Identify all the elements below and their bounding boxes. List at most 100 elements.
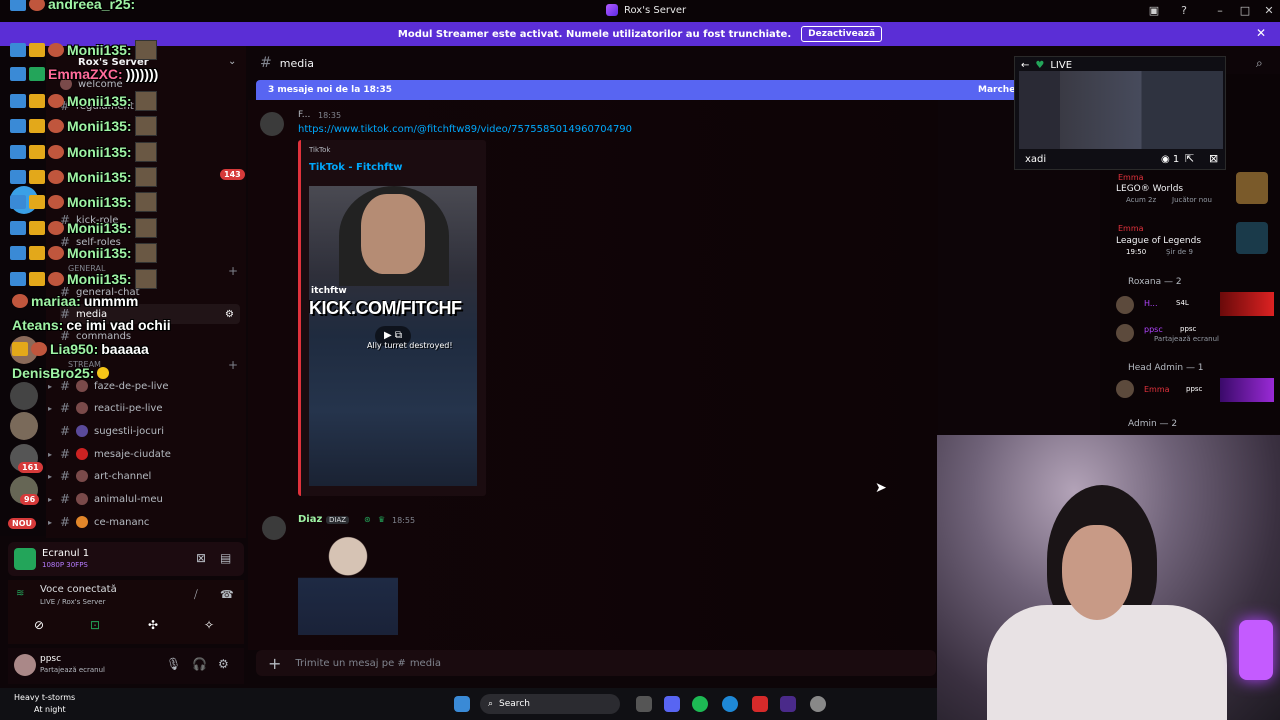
voice-channel[interactable]: LIVE / Rox's Server bbox=[40, 598, 106, 606]
embed-thumbnail[interactable]: itchftw KICK.COM/FITCHF ▶ ⧉ Ally turret … bbox=[309, 186, 477, 486]
member-name[interactable]: ppsc bbox=[1144, 325, 1163, 334]
add-channel-icon[interactable]: + bbox=[228, 264, 238, 278]
channel-sugestii-jocuri[interactable]: # sugestii-jocuri bbox=[60, 421, 240, 441]
task-view-icon[interactable] bbox=[636, 696, 652, 712]
chevron-down-icon[interactable]: ⌄ bbox=[228, 56, 236, 67]
search-icon[interactable]: ⌕ bbox=[1256, 56, 1263, 71]
game-icon bbox=[1236, 222, 1268, 254]
add-channel-icon[interactable]: + bbox=[228, 358, 238, 372]
discord-icon[interactable] bbox=[664, 696, 680, 712]
user-settings-icon[interactable]: ⚙ bbox=[218, 657, 229, 671]
stream-preview[interactable]: ← ♥ LIVE xadi ◉ 1 ⇱ ⊠ bbox=[1014, 56, 1226, 170]
weather-widget[interactable]: Heavy t-storms At night bbox=[14, 692, 75, 716]
avatar[interactable] bbox=[1116, 380, 1134, 398]
microphone-icon[interactable]: 🎙 bbox=[166, 657, 181, 671]
channel-emoji-icon bbox=[76, 402, 88, 414]
activities-icon[interactable]: ✣ bbox=[148, 618, 158, 632]
new-badge: NOU bbox=[8, 518, 36, 529]
channel-mesaje-ciudate[interactable]: ▸ # mesaje-ciudate bbox=[48, 444, 240, 464]
embed-title[interactable]: TikTok - Fitchftw bbox=[309, 162, 402, 173]
help-icon[interactable]: ? bbox=[1176, 4, 1192, 17]
message-image[interactable] bbox=[298, 530, 398, 635]
channel-animalul-meu[interactable]: ▸ # animalul-meu bbox=[48, 489, 240, 509]
close-window-button[interactable]: ✕ bbox=[1261, 4, 1277, 17]
camera-off-icon[interactable]: ⊘ bbox=[34, 618, 44, 632]
taskbar-search[interactable]: ⌕ Search bbox=[480, 694, 620, 714]
popout-icon[interactable]: ⇱ bbox=[1185, 152, 1194, 165]
settings-icon[interactable]: ⚙ bbox=[225, 309, 234, 320]
minimize-button[interactable]: – bbox=[1212, 4, 1228, 17]
app-icon[interactable] bbox=[752, 696, 768, 712]
search-icon: ⌕ bbox=[488, 699, 494, 709]
message-input[interactable]: + Trimite un mesaj pe # media bbox=[256, 650, 936, 676]
thumbnail-handle: itchftw bbox=[311, 286, 347, 296]
member-name[interactable]: H... bbox=[1144, 299, 1158, 308]
maximize-button[interactable]: □ bbox=[1237, 4, 1253, 17]
avatar[interactable] bbox=[1116, 324, 1134, 342]
attach-icon[interactable]: + bbox=[268, 654, 281, 673]
stream-settings-icon[interactable]: ▤ bbox=[220, 551, 231, 565]
activity-game: League of Legends bbox=[1116, 236, 1202, 246]
message-author[interactable]: F... bbox=[298, 110, 310, 120]
voice-status[interactable]: Voce conectată bbox=[40, 584, 117, 595]
channel-emoji-icon bbox=[76, 425, 88, 437]
overlay-chat-line: EmmaZXC:))))))) bbox=[10, 66, 158, 82]
member-section: Roxana — 2 bbox=[1128, 277, 1182, 287]
avatar[interactable] bbox=[1116, 296, 1134, 314]
back-arrow-icon[interactable]: ← bbox=[1021, 60, 1029, 71]
member-name[interactable]: Emma bbox=[1118, 224, 1144, 233]
new-messages-bar[interactable]: 3 mesaje noi de la 18:35 Marchează ca ci… bbox=[256, 80, 1026, 100]
member-status: Partajează ecranul bbox=[1154, 335, 1219, 343]
activity-sub: Șir de 9 bbox=[1166, 248, 1193, 256]
edge-icon[interactable] bbox=[722, 696, 738, 712]
webcam-face bbox=[1062, 525, 1132, 620]
inbox-icon[interactable]: ▣ bbox=[1146, 4, 1162, 17]
spotify-icon[interactable] bbox=[692, 696, 708, 712]
server-logo-icon bbox=[606, 4, 618, 16]
avatar[interactable] bbox=[260, 112, 284, 136]
badge-icon: ♛ bbox=[378, 515, 386, 524]
role-icon: ⊛ bbox=[364, 515, 371, 524]
live-indicator: ← ♥ LIVE bbox=[1021, 60, 1073, 71]
channel-emoji-icon bbox=[76, 470, 88, 482]
username[interactable]: ppsc bbox=[40, 654, 61, 664]
noise-suppression-icon[interactable]: ⧸ bbox=[194, 588, 198, 602]
avatar[interactable] bbox=[262, 516, 286, 540]
message-author[interactable]: Diaz bbox=[298, 514, 322, 525]
banner-text: Modul Streamer este activat. Numele util… bbox=[397, 28, 792, 40]
voice-panel: ≋ Voce conectată LIVE / Rox's Server ⧸ ☎… bbox=[8, 580, 244, 644]
channel-ce-mananc[interactable]: ▸ # ce-mananc bbox=[48, 512, 240, 532]
headphones-icon[interactable]: 🎧 bbox=[192, 657, 207, 671]
server-icon[interactable] bbox=[10, 382, 38, 410]
banner-close-icon[interactable]: ✕ bbox=[1256, 26, 1266, 40]
channel-emoji-icon bbox=[76, 493, 88, 505]
channel-reactii-pe-live[interactable]: ▸ # reactii-pe-live bbox=[48, 398, 240, 418]
caret-right-icon: ▸ bbox=[48, 517, 53, 527]
stop-stream-icon[interactable]: ⊠ bbox=[196, 551, 206, 565]
server-icon[interactable] bbox=[10, 412, 38, 440]
channel-art-channel[interactable]: ▸ # art-channel bbox=[48, 466, 240, 486]
member-name[interactable]: Emma bbox=[1144, 385, 1170, 394]
app-icon[interactable] bbox=[780, 696, 796, 712]
start-icon[interactable] bbox=[454, 696, 470, 712]
user-tag: DIAZ bbox=[326, 516, 350, 524]
member-name[interactable]: Emma bbox=[1118, 173, 1144, 182]
message-link[interactable]: https://www.tiktok.com/@fitchftw89/video… bbox=[298, 124, 632, 135]
soundboard-icon[interactable]: ✧ bbox=[204, 618, 214, 632]
obs-icon[interactable] bbox=[810, 696, 826, 712]
streamer-name: xadi bbox=[1025, 154, 1047, 165]
disconnect-icon[interactable]: ☎ bbox=[220, 588, 234, 601]
disable-streamer-button[interactable]: Dezactivează bbox=[801, 26, 883, 42]
input-channel: media bbox=[409, 657, 441, 669]
mark-read-button[interactable]: Marchează ca citit bbox=[978, 85, 1014, 95]
member-section: Admin — 2 bbox=[1128, 419, 1178, 429]
screen-share-toggle-icon[interactable]: ⊡ bbox=[90, 618, 100, 632]
close-stream-icon[interactable]: ⊠ bbox=[1209, 152, 1218, 165]
member-tag: ppsc bbox=[1180, 325, 1197, 333]
avatar[interactable] bbox=[14, 654, 36, 676]
channel-emoji-icon bbox=[76, 380, 88, 392]
viewer-count: ◉ 1 bbox=[1161, 154, 1180, 165]
member-section: Head Admin — 1 bbox=[1128, 363, 1204, 373]
stream-screen[interactable] bbox=[1019, 71, 1223, 149]
hash-icon: # bbox=[60, 469, 71, 483]
